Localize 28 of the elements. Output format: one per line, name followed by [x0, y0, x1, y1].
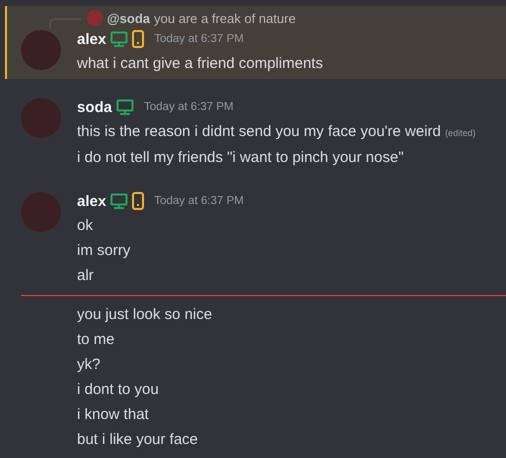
timestamp: Today at 6:37 PM	[154, 195, 244, 207]
message-text: but i like your face	[77, 430, 199, 450]
username[interactable]: alex	[77, 192, 106, 210]
message-text: alr	[77, 266, 95, 286]
monitor-icon	[110, 31, 128, 47]
reply-text[interactable]: you are a freak of nature	[154, 10, 296, 26]
monitor-icon	[116, 99, 134, 115]
message-text: ok	[77, 216, 94, 236]
avatar-icon	[87, 10, 103, 26]
username[interactable]: alex	[77, 30, 106, 48]
message-text: what i cant give a friend compliments	[77, 54, 324, 74]
timestamp: Today at 6:37 PM	[154, 33, 244, 45]
message-text: to me	[77, 330, 116, 350]
message-text: yk?	[77, 355, 102, 375]
timestamp: Today at 6:37 PM	[144, 101, 234, 113]
monitor-icon	[110, 193, 128, 209]
message-text: i dont to you	[77, 380, 160, 400]
reply-mention[interactable]: @soda	[107, 10, 150, 26]
phone-icon	[132, 192, 144, 210]
reply-connector-line	[49, 18, 81, 28]
message-text: i do not tell my friends "i want to pinch your nose"	[77, 148, 405, 168]
message-text: i know that	[77, 405, 150, 425]
phone-icon	[132, 30, 144, 48]
username[interactable]: soda	[77, 98, 112, 116]
message-text: this is the reason i didnt send you my face you're weird (edited)	[77, 122, 477, 142]
message-text: im sorry	[77, 241, 132, 261]
avatar[interactable]	[21, 30, 61, 70]
message-text: you just look so nice	[77, 305, 214, 325]
